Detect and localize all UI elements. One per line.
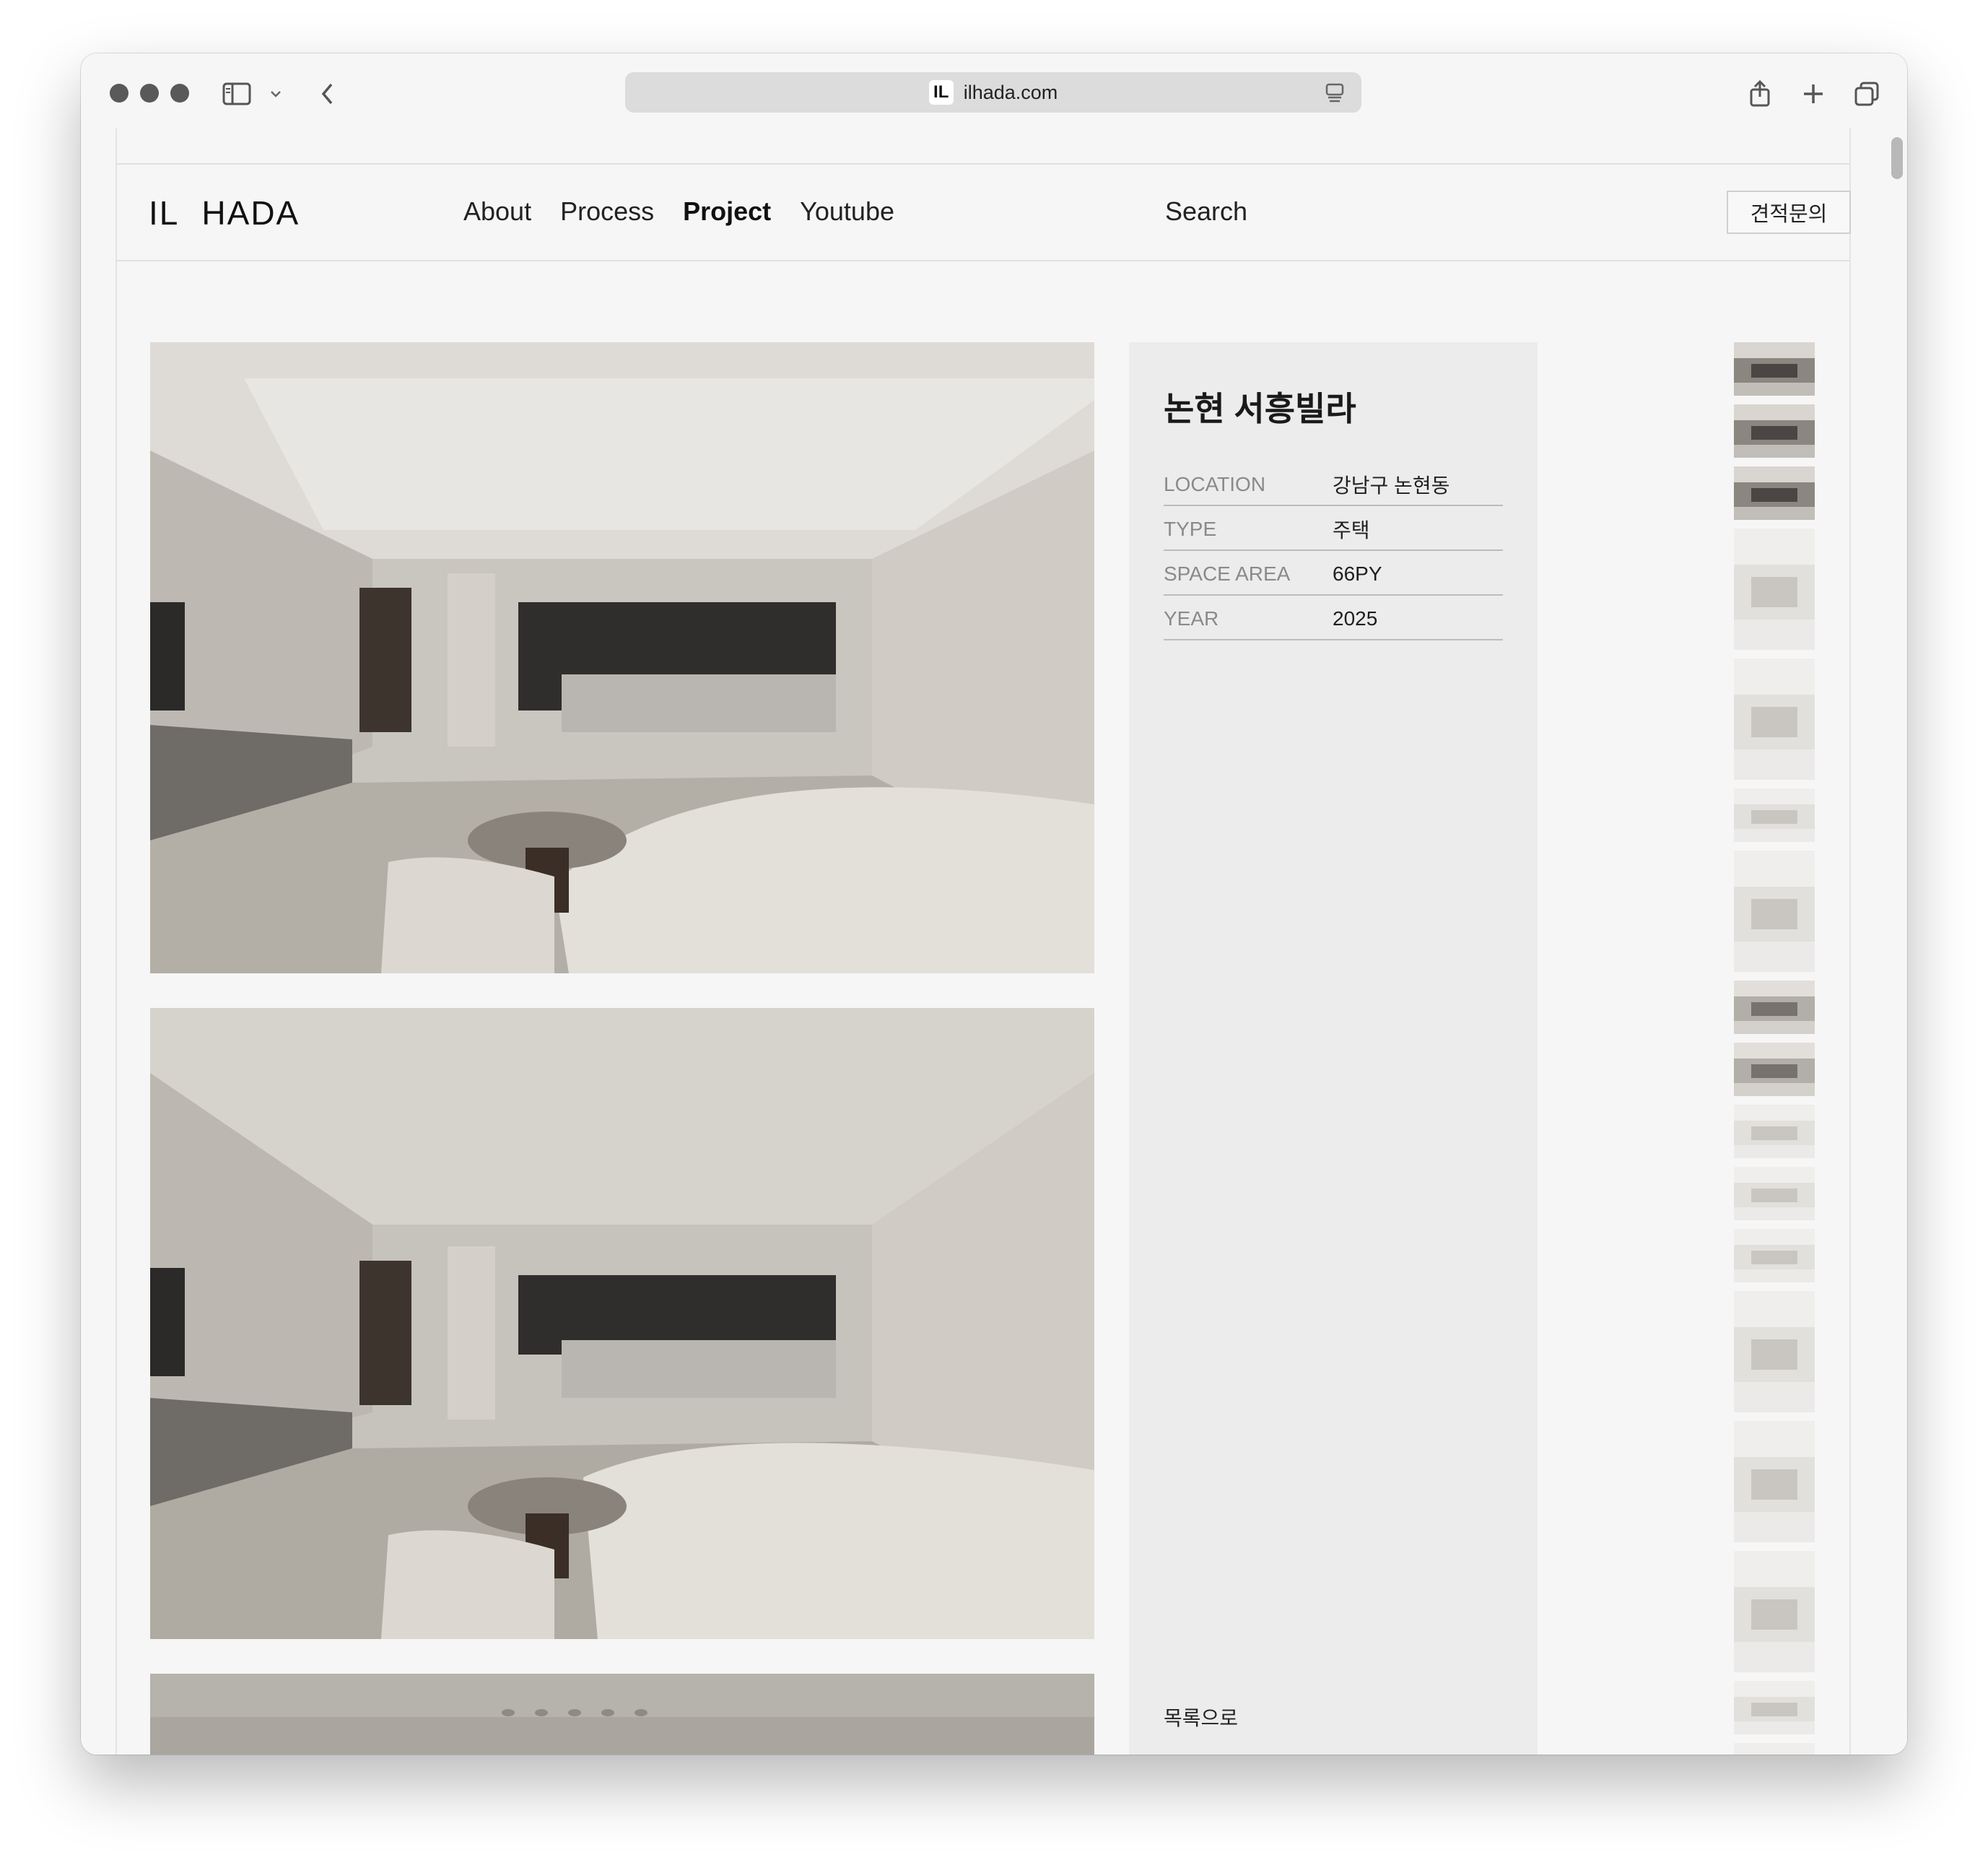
site-favicon: IL (928, 80, 954, 105)
nav-about[interactable]: About (463, 196, 531, 227)
new-tab-icon[interactable] (1799, 79, 1828, 108)
thumbnail-strip (1734, 342, 1815, 1755)
thumbnail-7[interactable] (1734, 851, 1815, 972)
site-logo[interactable]: IL HADA (149, 194, 300, 232)
chevron-down-icon[interactable] (261, 79, 290, 108)
minimize-window-button[interactable] (140, 84, 159, 103)
web-page: IL HADA About Process Project Youtube Se… (81, 129, 1907, 1755)
thumbnail-14[interactable] (1734, 1421, 1815, 1542)
thumbnail-16[interactable] (1734, 1681, 1815, 1734)
window-controls (110, 84, 189, 103)
project-photo-1[interactable] (150, 342, 1094, 973)
nav-process[interactable]: Process (560, 196, 654, 227)
project-title: 논현 서흥빌라 (1164, 390, 1356, 427)
nav-youtube[interactable]: Youtube (800, 196, 894, 227)
back-arrow-icon[interactable] (313, 79, 342, 108)
url-text: ilhada.com (963, 81, 1058, 103)
scrollbar[interactable] (1887, 129, 1907, 1755)
table-row: TYPE 주택 (1164, 505, 1503, 551)
project-photo-3[interactable] (150, 1674, 1094, 1755)
project-details-table: LOCATION 강남구 논현동 TYPE 주택 SPACE AREA 66PY… (1164, 461, 1503, 640)
reader-mode-icon[interactable] (1324, 82, 1346, 108)
detail-key: SPACE AREA (1164, 550, 1333, 596)
browser-toolbar: IL ilhada.com (81, 53, 1907, 129)
table-row: LOCATION 강남구 논현동 (1164, 461, 1503, 506)
share-icon[interactable] (1745, 79, 1774, 108)
quote-request-button[interactable]: 견적문의 (1727, 191, 1851, 234)
thumbnail-15[interactable] (1734, 1551, 1815, 1672)
site-header: IL HADA About Process Project Youtube Se… (115, 163, 1851, 261)
nav-project[interactable]: Project (683, 196, 771, 227)
browser-window: IL ilhada.com IL HADA About Process Proj… (81, 53, 1907, 1755)
layout-guide-right (1849, 129, 1851, 1755)
main-nav: About Process Project Youtube (463, 196, 894, 227)
thumbnail-6[interactable] (1734, 788, 1815, 842)
thumbnail-10[interactable] (1734, 1105, 1815, 1158)
thumbnail-17[interactable] (1734, 1743, 1815, 1755)
table-row: SPACE AREA 66PY (1164, 550, 1503, 596)
thumbnail-12[interactable] (1734, 1229, 1815, 1282)
detail-key: LOCATION (1164, 461, 1333, 506)
thumbnail-3[interactable] (1734, 466, 1815, 520)
project-photo-2[interactable] (150, 1008, 1094, 1639)
thumbnail-2[interactable] (1734, 404, 1815, 458)
tab-overview-icon[interactable] (1852, 79, 1881, 108)
back-to-list-link[interactable]: 목록으로 (1164, 1703, 1238, 1731)
detail-key: YEAR (1164, 595, 1333, 640)
detail-value: 2025 (1333, 595, 1503, 640)
address-bar[interactable]: IL ilhada.com (625, 72, 1361, 113)
zoom-window-button[interactable] (170, 84, 189, 103)
detail-value: 강남구 논현동 (1333, 461, 1503, 506)
detail-key: TYPE (1164, 505, 1333, 551)
scrollbar-thumb[interactable] (1891, 137, 1903, 179)
thumbnail-8[interactable] (1734, 981, 1815, 1034)
table-row: YEAR 2025 (1164, 595, 1503, 640)
thumbnail-13[interactable] (1734, 1291, 1815, 1412)
thumbnail-1[interactable] (1734, 342, 1815, 396)
detail-value: 주택 (1333, 505, 1503, 551)
sidebar-toggle-icon[interactable] (222, 79, 251, 108)
close-window-button[interactable] (110, 84, 128, 103)
layout-guide-left (115, 129, 117, 1755)
thumbnail-4[interactable] (1734, 529, 1815, 650)
search-link[interactable]: Search (1165, 196, 1247, 227)
project-info-panel: 논현 서흥빌라 LOCATION 강남구 논현동 TYPE 주택 SPACE A… (1129, 342, 1538, 1755)
thumbnail-5[interactable] (1734, 659, 1815, 780)
thumbnail-9[interactable] (1734, 1043, 1815, 1096)
detail-value: 66PY (1333, 550, 1503, 596)
thumbnail-11[interactable] (1734, 1167, 1815, 1220)
